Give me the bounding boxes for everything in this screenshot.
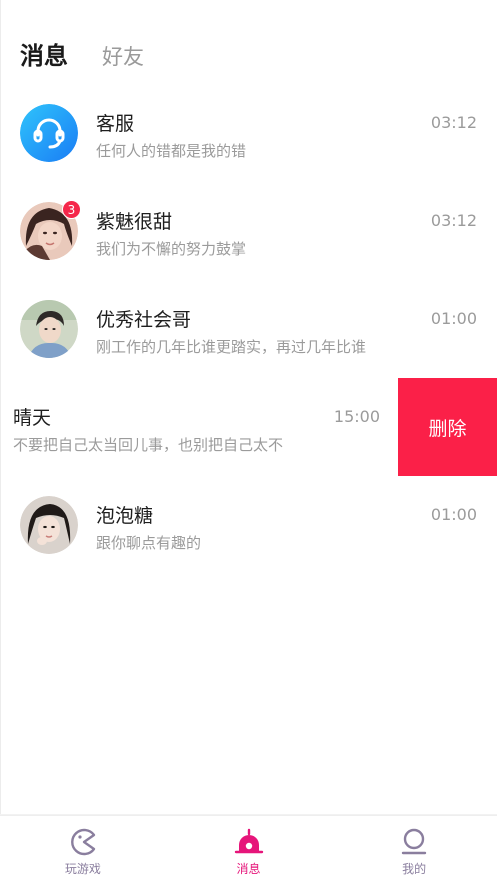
customer-service-icon — [20, 104, 78, 162]
message-time: 03:12 — [430, 211, 477, 230]
user-avatar: 3 — [20, 200, 81, 260]
message-bell-icon — [234, 828, 263, 854]
user-photo — [20, 300, 78, 358]
bottom-navigation: 玩游戏 消息 我的 — [0, 815, 497, 883]
message-time: 01:00 — [430, 309, 477, 328]
conversation-row-customer-service[interactable]: 客服 任何人的错都是我的错 03:12 — [0, 84, 497, 182]
message-time: 01:00 — [430, 505, 477, 524]
conversation-list: 客服 任何人的错都是我的错 03:12 3 紫魅很甜 我们为不懈的努力鼓掌 03… — [0, 84, 497, 574]
nav-label: 我的 — [402, 862, 427, 876]
nav-item-profile[interactable]: 我的 — [331, 816, 497, 883]
tab-messages[interactable]: 消息 — [20, 36, 68, 71]
header-tabs: 消息 好友 — [20, 36, 144, 71]
contact-name: 泡泡糖 — [96, 505, 154, 527]
last-message: 我们为不懈的努力鼓掌 — [96, 240, 247, 258]
profile-icon — [401, 828, 427, 855]
contact-name: 紫魅很甜 — [96, 211, 173, 233]
conversation-row-zimei[interactable]: 3 紫魅很甜 我们为不懈的努力鼓掌 03:12 — [0, 182, 497, 280]
nav-item-games[interactable]: 玩游戏 — [0, 816, 166, 883]
nav-label: 消息 — [236, 862, 261, 876]
delete-button[interactable]: 删除 — [398, 378, 497, 476]
nav-item-messages[interactable]: 消息 — [166, 816, 332, 883]
last-message: 刚工作的几年比谁更踏实，再过几年比谁 — [96, 338, 367, 356]
customer-service-avatar — [20, 104, 78, 162]
user-avatar — [20, 300, 78, 358]
last-message: 不要把自己太当回儿事，也别把自己太不 — [13, 436, 284, 454]
tab-friends[interactable]: 好友 — [102, 41, 144, 71]
nav-label: 玩游戏 — [64, 862, 101, 876]
contact-name: 客服 — [96, 113, 135, 135]
conversation-content: 晴天 不要把自己太当回儿事，也别把自己太不 15:00 — [0, 378, 398, 476]
message-time: 15:00 — [333, 407, 380, 426]
contact-name: 晴天 — [13, 407, 52, 429]
contact-name: 优秀社会哥 — [96, 309, 192, 331]
game-icon — [70, 828, 96, 856]
conversation-row-qingtian[interactable]: 晴天 不要把自己太当回儿事，也别把自己太不 15:00 删除 — [0, 378, 497, 476]
conversation-row-paopaotang[interactable]: 泡泡糖 跟你聊点有趣的 01:00 — [0, 476, 497, 574]
last-message: 跟你聊点有趣的 — [96, 534, 202, 552]
last-message: 任何人的错都是我的错 — [96, 142, 247, 160]
unread-badge: 3 — [62, 200, 81, 219]
user-avatar — [20, 496, 78, 554]
message-time: 03:12 — [430, 113, 477, 132]
user-photo — [20, 496, 78, 554]
conversation-row-youxiu[interactable]: 优秀社会哥 刚工作的几年比谁更踏实，再过几年比谁 01:00 — [0, 280, 497, 378]
